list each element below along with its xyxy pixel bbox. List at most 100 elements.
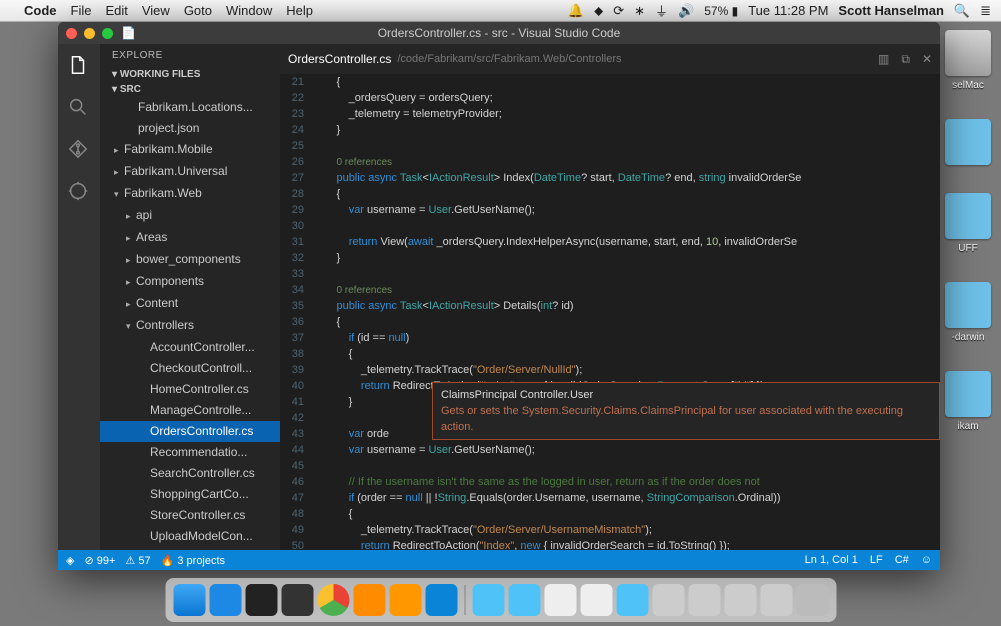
- file-tree-item[interactable]: Controllers: [100, 315, 280, 337]
- bell-icon[interactable]: 🔔: [568, 3, 584, 19]
- menu-edit[interactable]: Edit: [105, 3, 127, 18]
- dock-folder-icon[interactable]: [508, 584, 540, 616]
- folder-icon[interactable]: [945, 371, 991, 417]
- volume-icon[interactable]: 🔊: [678, 3, 694, 19]
- clock[interactable]: Tue 11:28 PM: [748, 3, 828, 18]
- sidebar: EXPLORE ▾ WORKING FILES ▾ SRC Fabrikam.L…: [100, 44, 280, 550]
- folder-icon[interactable]: [945, 282, 991, 328]
- bluetooth-icon[interactable]: ∗: [634, 3, 645, 19]
- iterm-icon[interactable]: [281, 584, 313, 616]
- minimize-button[interactable]: [84, 28, 95, 39]
- user-name[interactable]: Scott Hanselman: [838, 3, 943, 18]
- more-icon[interactable]: ⧉: [901, 52, 910, 67]
- git-icon[interactable]: [67, 138, 91, 162]
- file-tree-item[interactable]: SearchController.cs: [100, 463, 280, 484]
- tooltip-signature: ClaimsPrincipal Controller.User: [441, 387, 931, 403]
- battery-indicator[interactable]: 57% ▮: [704, 4, 738, 18]
- split-editor-icon[interactable]: ▥: [878, 52, 889, 67]
- dock-stack-icon[interactable]: [688, 584, 720, 616]
- file-tree-item[interactable]: UploadModelCon...: [100, 526, 280, 547]
- file-tree-item[interactable]: HomeController.cs: [100, 379, 280, 400]
- chrome-icon[interactable]: [317, 584, 349, 616]
- app-name[interactable]: Code: [24, 3, 57, 18]
- vscode-icon[interactable]: [425, 584, 457, 616]
- file-tree-item[interactable]: StoreController.cs: [100, 505, 280, 526]
- hover-tooltip: ClaimsPrincipal Controller.User Gets or …: [432, 382, 940, 440]
- menu-window[interactable]: Window: [226, 3, 272, 18]
- status-errors[interactable]: ⊘ 99+: [84, 554, 115, 567]
- file-tree-item[interactable]: ManageControlle...: [100, 400, 280, 421]
- line-gutter: 2122232425262728293031323334353637383940…: [280, 74, 312, 550]
- file-tree-item[interactable]: AccountController...: [100, 337, 280, 358]
- search-icon[interactable]: [67, 96, 91, 120]
- close-button[interactable]: [66, 28, 77, 39]
- file-tree-item[interactable]: Components: [100, 271, 280, 293]
- status-warnings[interactable]: ⚠ 57: [125, 554, 150, 567]
- editor-group: OrdersController.cs /code/Fabrikam/src/F…: [280, 44, 940, 550]
- menu-file[interactable]: File: [71, 3, 92, 18]
- dock-folder-icon[interactable]: [616, 584, 648, 616]
- spotlight-icon[interactable]: 🔍: [954, 3, 970, 19]
- folder-label: UFF: [958, 243, 977, 254]
- sublime-icon[interactable]: [389, 584, 421, 616]
- dock-stack-icon[interactable]: [652, 584, 684, 616]
- file-tree-item[interactable]: CheckoutControll...: [100, 358, 280, 379]
- document-icon: 📄: [121, 26, 136, 40]
- explorer-icon[interactable]: [67, 54, 91, 78]
- cursor-position[interactable]: Ln 1, Col 1: [805, 554, 858, 566]
- file-tree-item[interactable]: Areas: [100, 227, 280, 249]
- trash-icon[interactable]: [796, 584, 828, 616]
- dock-separator: [464, 585, 465, 615]
- appstore-icon[interactable]: [209, 584, 241, 616]
- menu-help[interactable]: Help: [286, 3, 313, 18]
- folder-icon[interactable]: [945, 193, 991, 239]
- notification-center-icon[interactable]: ≣: [980, 3, 991, 19]
- eol-indicator[interactable]: LF: [870, 554, 883, 566]
- file-tree-item-active[interactable]: OrdersController.cs: [100, 421, 280, 442]
- smiley-icon[interactable]: ☺: [921, 554, 932, 566]
- titlebar[interactable]: 📄 OrdersController.cs - src - Visual Stu…: [58, 22, 940, 44]
- file-tree-item[interactable]: Content: [100, 293, 280, 315]
- sync-icon[interactable]: ⟳: [613, 3, 624, 19]
- activity-bar: [58, 44, 100, 550]
- file-tree-item[interactable]: bower_components: [100, 249, 280, 271]
- dock-folder-icon[interactable]: [472, 584, 504, 616]
- dock-stack-icon[interactable]: [760, 584, 792, 616]
- dock-stack-icon[interactable]: [724, 584, 756, 616]
- src-section[interactable]: ▾ SRC: [100, 82, 280, 97]
- wifi-icon[interactable]: ⏚: [655, 1, 668, 20]
- code-editor[interactable]: 2122232425262728293031323334353637383940…: [280, 74, 940, 550]
- file-tree-item[interactable]: Fabrikam.Web: [100, 183, 280, 205]
- feedback-icon[interactable]: ◈: [66, 554, 74, 567]
- terminal-icon[interactable]: [245, 584, 277, 616]
- language-mode[interactable]: C#: [895, 554, 909, 566]
- tab-filename[interactable]: OrdersController.cs: [288, 52, 391, 66]
- working-files-section[interactable]: ▾ WORKING FILES: [100, 67, 280, 82]
- zoom-button[interactable]: [102, 28, 113, 39]
- dock: [165, 578, 836, 622]
- disk-label: selMac: [952, 80, 984, 91]
- menu-goto[interactable]: Goto: [184, 3, 212, 18]
- file-tree-item[interactable]: Fabrikam.Locations...: [100, 97, 280, 118]
- status-projects[interactable]: 🔥 3 projects: [161, 554, 225, 567]
- file-tree-item[interactable]: Recommendatio...: [100, 442, 280, 463]
- file-tree-item[interactable]: ShoppingCartCo...: [100, 484, 280, 505]
- close-tab-icon[interactable]: ✕: [922, 52, 932, 67]
- dock-doc-icon[interactable]: [580, 584, 612, 616]
- dock-doc-icon[interactable]: [544, 584, 576, 616]
- macos-menubar: Code File Edit View Goto Window Help 🔔 ⬥…: [0, 0, 1001, 22]
- sidebar-header: EXPLORE: [100, 44, 280, 67]
- source-text[interactable]: { _ordersQuery = ordersQuery; _telemetry…: [312, 74, 940, 550]
- file-tree-item[interactable]: api: [100, 205, 280, 227]
- file-tree-item[interactable]: project.json: [100, 118, 280, 139]
- dropbox-icon[interactable]: ⬥: [594, 3, 603, 19]
- vlc-icon[interactable]: [353, 584, 385, 616]
- finder-icon[interactable]: [173, 584, 205, 616]
- debug-icon[interactable]: [67, 180, 91, 204]
- disk-icon[interactable]: [945, 30, 991, 76]
- menu-view[interactable]: View: [142, 3, 170, 18]
- folder-icon[interactable]: [945, 119, 991, 165]
- file-tree-item[interactable]: Fabrikam.Universal: [100, 161, 280, 183]
- file-tree-item[interactable]: Fabrikam.Mobile: [100, 139, 280, 161]
- tooltip-doc: Gets or sets the System.Security.Claims.…: [441, 403, 931, 435]
